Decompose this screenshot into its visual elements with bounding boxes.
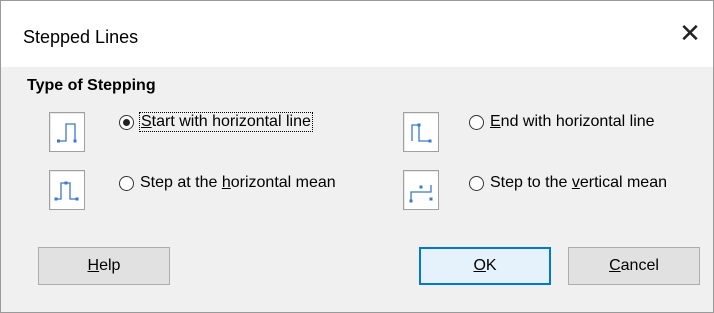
radio-button[interactable] (119, 114, 134, 130)
radio-horizontal-mean[interactable]: Step at the horizontal mean (119, 174, 336, 192)
stepped-lines-dialog: Stepped Lines ✕ Type of Stepping Start w… (0, 0, 714, 313)
vertical-mean-step-icon (403, 170, 439, 210)
cancel-button[interactable]: Cancel (568, 247, 700, 285)
button-label: OK (473, 257, 497, 274)
dialog-title: Stepped Lines (23, 27, 139, 47)
start-horizontal-step-icon (49, 112, 85, 152)
close-icon[interactable]: ✕ (667, 13, 713, 53)
title-bar: Stepped Lines ✕ (1, 1, 713, 67)
help-button[interactable]: Help (38, 247, 170, 285)
radio-start-horizontal[interactable]: Start with horizontal line (119, 112, 313, 132)
end-horizontal-step-icon (403, 112, 439, 152)
option-label: Step to the vertical mean (490, 174, 667, 191)
option-label: Start with horizontal line (139, 112, 313, 132)
radio-button[interactable] (119, 175, 134, 191)
option-label: Step at the horizontal mean (140, 174, 336, 191)
radio-vertical-mean[interactable]: Step to the vertical mean (469, 174, 667, 192)
option-label: End with horizontal line (490, 113, 655, 130)
horizontal-mean-step-icon (49, 170, 85, 210)
radio-end-horizontal[interactable]: End with horizontal line (469, 113, 655, 131)
radio-button[interactable] (469, 175, 484, 191)
radio-button[interactable] (469, 114, 484, 130)
dialog-content: Type of Stepping Start with horizontal l… (1, 67, 713, 312)
ok-button[interactable]: OK (419, 247, 551, 285)
button-label: Help (87, 257, 121, 274)
button-label: Cancel (609, 257, 659, 274)
section-title: Type of Stepping (27, 77, 156, 94)
